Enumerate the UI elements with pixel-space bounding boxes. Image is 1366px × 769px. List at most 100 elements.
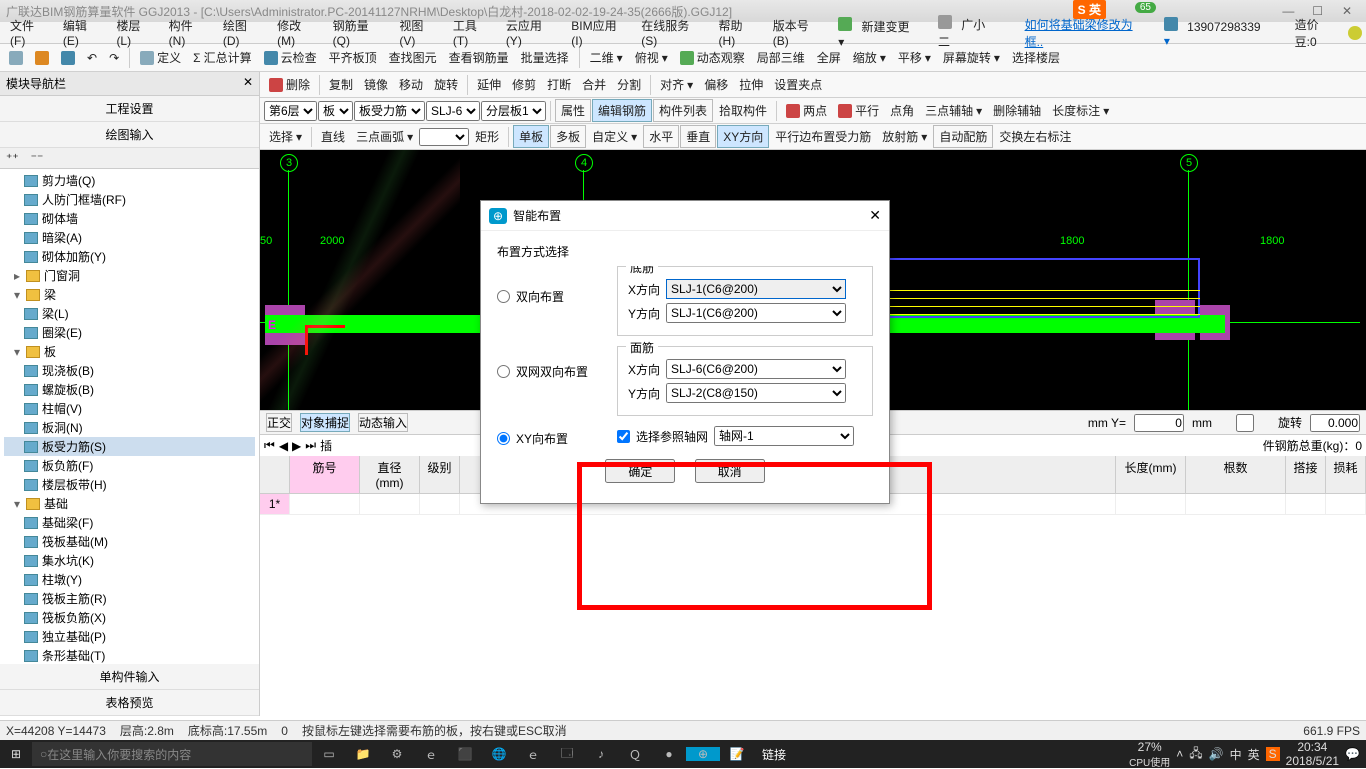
menu-online[interactable]: 在线服务(S) <box>635 15 710 50</box>
app-icon-active[interactable]: ⊕ <box>686 747 720 761</box>
pick-button[interactable]: 拾取构件 <box>714 100 772 121</box>
new-change[interactable]: 新建变更 ▾ <box>832 15 930 51</box>
member-select[interactable]: 板 <box>318 101 353 121</box>
ie-icon[interactable]: ｅ <box>516 746 550 763</box>
menu-floor[interactable]: 楼层(L) <box>110 15 160 50</box>
bottom-x-select[interactable]: SLJ-1(C6@200) <box>666 279 846 299</box>
break-button[interactable]: 打断 <box>542 74 576 95</box>
rotate-input[interactable] <box>1310 414 1360 432</box>
bottom-y-select[interactable]: SLJ-1(C6@200) <box>666 303 846 323</box>
parallel-button[interactable]: 平行 <box>833 100 884 121</box>
auto-rebar-button[interactable]: 自动配筋 <box>933 125 993 148</box>
ok-button[interactable]: 确定 <box>605 459 675 483</box>
stretch-button[interactable]: 拉伸 <box>734 74 768 95</box>
nav-first-icon[interactable]: ⏮ <box>264 438 275 453</box>
flat-top-button[interactable]: 平齐板顶 <box>324 47 382 68</box>
screen-rotate-button[interactable]: 屏幕旋转 ▾ <box>938 47 1005 68</box>
cancel-button[interactable]: 取消 <box>695 459 765 483</box>
app-icon[interactable]: ● <box>652 747 686 761</box>
del-aux-button[interactable]: 删除辅轴 <box>988 100 1046 121</box>
swap-label-button[interactable]: 交换左右标注 <box>994 126 1076 147</box>
menu-edit[interactable]: 编辑(E) <box>57 15 109 50</box>
ref-grid-select[interactable]: 轴网-1 <box>714 426 854 446</box>
menu-view[interactable]: 视图(V) <box>393 15 445 50</box>
open-button[interactable] <box>30 49 54 67</box>
task-view-icon[interactable]: ▭ <box>312 747 346 761</box>
app-icon[interactable]: 🗔 <box>550 744 584 765</box>
snap-toggle[interactable]: 对象捕捉 <box>300 413 350 432</box>
tab-plus-icon[interactable]: ⁺⁺ <box>2 150 23 166</box>
mirror-button[interactable]: 镜像 <box>359 74 393 95</box>
parallel-edge-button[interactable]: 平行边布置受力筋 <box>770 126 876 147</box>
member-list-button[interactable]: 构件列表 <box>653 99 713 122</box>
top-y-select[interactable]: SLJ-2(C8@150) <box>666 383 846 403</box>
tray-icon[interactable]: 中 <box>1230 746 1242 763</box>
move-button[interactable]: 移动 <box>394 74 428 95</box>
floor-select[interactable]: 第6层 <box>264 101 317 121</box>
tray-up-icon[interactable]: ˄ <box>1176 747 1183 761</box>
rotate-checkbox[interactable] <box>1220 414 1270 432</box>
menu-version[interactable]: 版本号(B) <box>767 15 830 50</box>
network-icon[interactable]: 🖧 <box>1189 744 1202 765</box>
pan-button[interactable]: 平移 ▾ <box>893 47 936 68</box>
menu-draw[interactable]: 绘图(D) <box>217 15 269 50</box>
section-project[interactable]: 工程设置 <box>0 96 259 122</box>
line-button[interactable]: 直线 <box>316 126 350 147</box>
save-button[interactable] <box>56 49 80 67</box>
menu-bim[interactable]: BIM应用(I) <box>565 15 633 50</box>
nav-next-icon[interactable]: ▶ <box>292 439 301 453</box>
dyn-view-button[interactable]: 动态观察 <box>675 47 750 68</box>
taskbar-link[interactable]: 链接 <box>762 746 786 763</box>
tab-minus-icon[interactable]: ⁻⁻ <box>27 150 48 166</box>
define-button[interactable]: 定义 <box>135 47 186 68</box>
new-file-button[interactable] <box>4 49 28 67</box>
edit-rebar-button[interactable]: 编辑钢筋 <box>592 99 652 122</box>
menu-modify[interactable]: 修改(M) <box>271 15 325 50</box>
dyn-input-toggle[interactable]: 动态输入 <box>358 413 408 432</box>
merge-button[interactable]: 合并 <box>577 74 611 95</box>
account-number[interactable]: 13907298339 ▾ <box>1158 15 1281 50</box>
radio-bidirectional[interactable]: 双向布置 <box>497 288 607 305</box>
ortho-toggle[interactable]: 正交 <box>266 413 292 432</box>
y-input[interactable] <box>1134 414 1184 432</box>
rotate-button[interactable]: 旋转 <box>429 74 463 95</box>
ime-icon[interactable]: 英 <box>1248 746 1260 763</box>
select-floor-button[interactable]: 选择楼层 <box>1007 47 1065 68</box>
fullscreen-button[interactable]: 全屏 <box>812 47 846 68</box>
cloud-check-button[interactable]: 云检查 <box>259 47 322 68</box>
offset-button[interactable]: 偏移 <box>699 74 733 95</box>
three-aux-button[interactable]: 三点辅轴 ▾ <box>920 100 987 121</box>
zoom-button[interactable]: 缩放 ▾ <box>848 47 891 68</box>
help-link[interactable]: 如何将基础梁修改为框.. <box>1019 14 1156 52</box>
top-view-button[interactable]: 俯视 ▾ <box>630 47 673 68</box>
volume-icon[interactable]: 🔊 <box>1209 747 1224 761</box>
radial-button[interactable]: 放射筋 ▾ <box>877 126 932 147</box>
sum-calc-button[interactable]: Σ 汇总计算 <box>188 47 256 68</box>
menu-file[interactable]: 文件(F) <box>4 15 55 50</box>
rect-button[interactable]: 矩形 <box>470 126 504 147</box>
menu-help[interactable]: 帮助(H) <box>713 15 765 50</box>
undo-button[interactable]: ↶ <box>82 49 102 67</box>
delete-button[interactable]: 删除 <box>264 74 315 95</box>
extend-button[interactable]: 延伸 <box>472 74 506 95</box>
select-button[interactable]: 选择 ▾ <box>264 126 307 147</box>
xy-dir-button[interactable]: XY方向 <box>717 125 769 148</box>
notifications-icon[interactable]: 💬 <box>1345 747 1360 761</box>
view-rebar-button[interactable]: 查看钢筋量 <box>444 47 514 68</box>
nav-last-icon[interactable]: ⏭ <box>305 438 316 453</box>
sogou-icon[interactable]: S <box>1266 747 1280 761</box>
batch-select-button[interactable]: 批量选择 <box>516 47 574 68</box>
ref-grid-checkbox[interactable] <box>617 430 630 443</box>
radio-double-net[interactable]: 双网双向布置 <box>497 363 607 380</box>
nav-prev-icon[interactable]: ◀ <box>279 439 288 453</box>
ime-badge[interactable]: S 英 <box>1073 0 1106 19</box>
type-select[interactable]: 板受力筋 <box>354 101 425 121</box>
copy-button[interactable]: 复制 <box>324 74 358 95</box>
menu-rebar[interactable]: 钢筋量(Q) <box>327 15 392 50</box>
section-table-preview[interactable]: 表格预览 <box>0 690 259 716</box>
local-3d-button[interactable]: 局部三维 <box>752 47 810 68</box>
app-icon[interactable]: 📁 <box>346 747 380 761</box>
len-dim-button[interactable]: 长度标注 ▾ <box>1047 100 1114 121</box>
taskbar-search[interactable]: ○ 在这里输入你要搜索的内容 <box>32 742 312 766</box>
layer-select[interactable]: 分层板1 <box>481 101 546 121</box>
